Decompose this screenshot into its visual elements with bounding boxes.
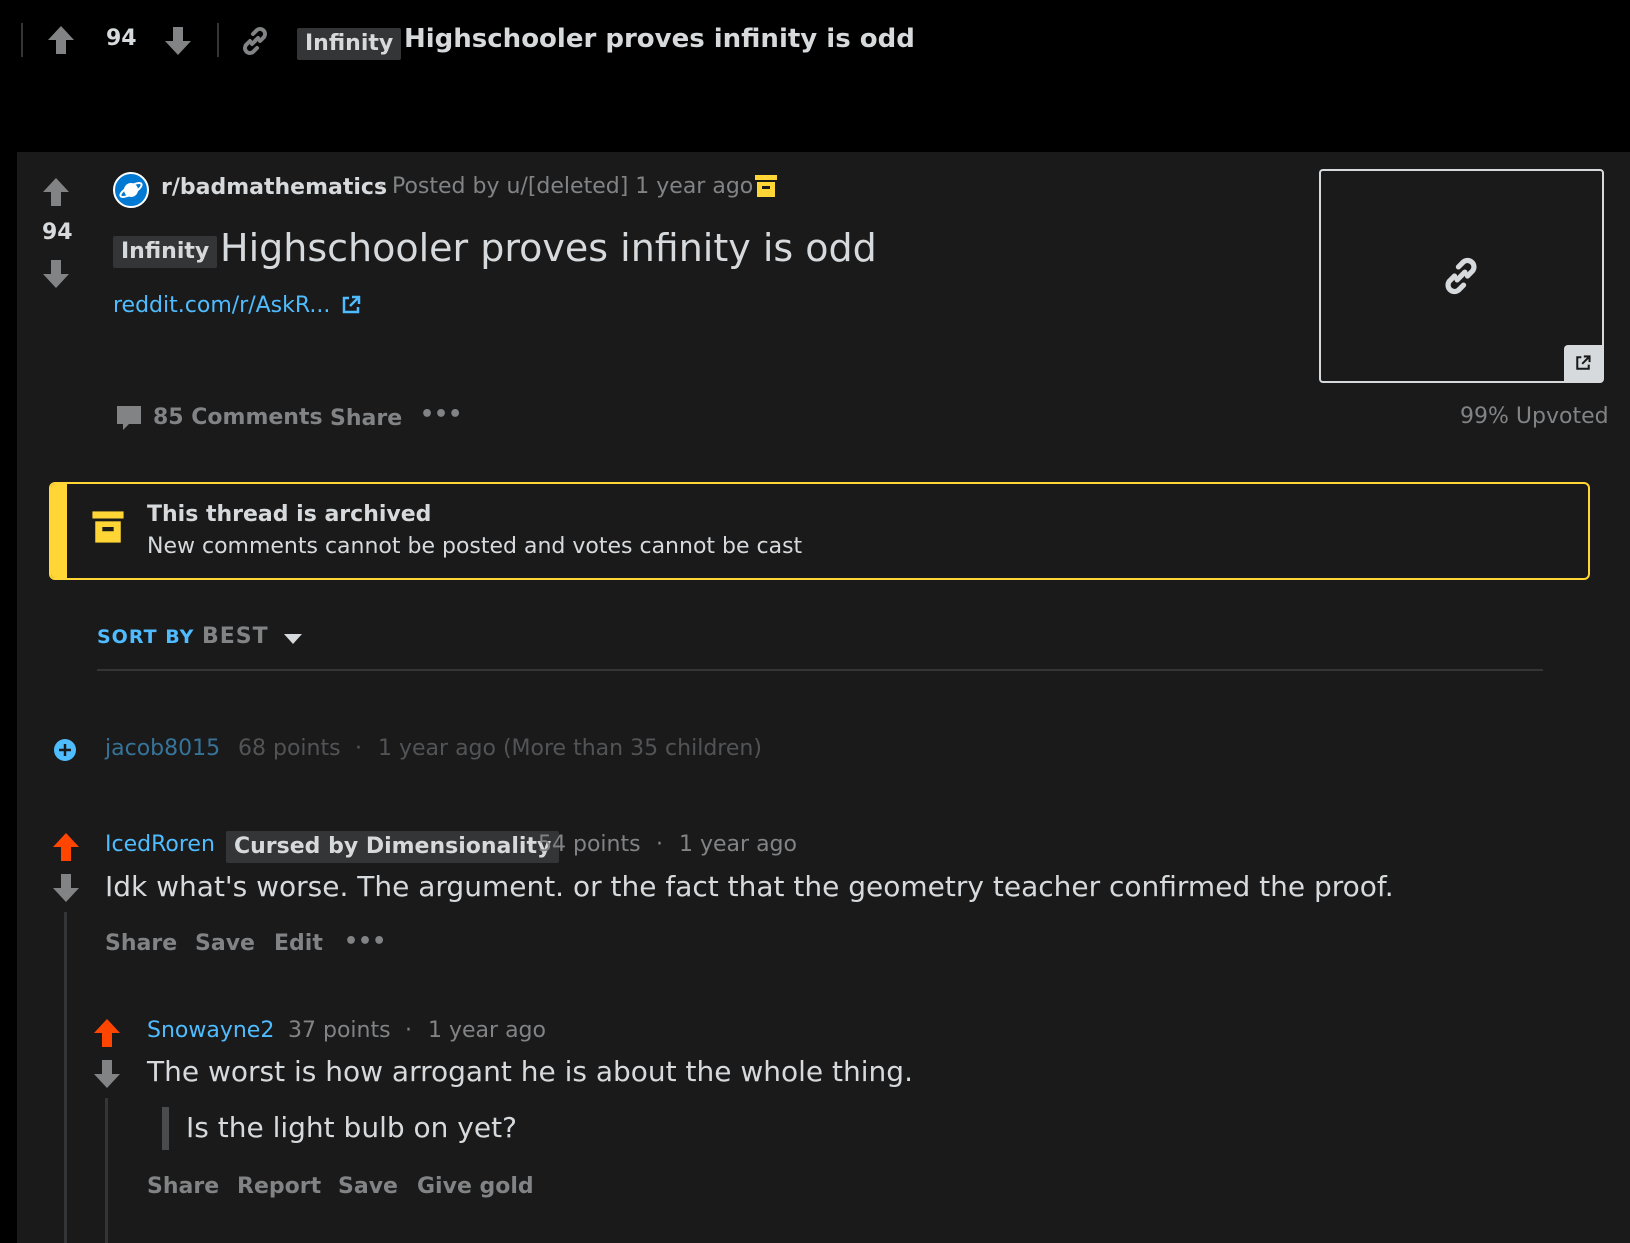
comment-time: 1 year ago (More than 35 children)	[378, 736, 762, 761]
blockquote-bar	[162, 1107, 169, 1150]
comment-author[interactable]: Snowayne2	[147, 1018, 274, 1043]
expand-comment-icon[interactable]	[53, 738, 77, 762]
upvote-ratio: 99% Upvoted	[1460, 404, 1609, 429]
archive-icon	[92, 511, 124, 543]
edit-button[interactable]: Edit	[274, 931, 323, 956]
subreddit-link[interactable]: r/badmathematics	[161, 175, 387, 200]
divider	[21, 23, 23, 57]
downvote-arrow-icon[interactable]	[52, 873, 80, 903]
sticky-post-bar: 94 Infinity Highschooler proves infinity…	[0, 0, 1630, 85]
post-score: 94	[42, 220, 73, 245]
sort-label: SORT BY	[97, 626, 195, 648]
upvote-arrow-icon[interactable]	[52, 832, 80, 862]
save-button[interactable]: Save	[338, 1174, 398, 1199]
planet-icon	[119, 182, 143, 198]
post-score: 94	[106, 26, 137, 51]
post-flair[interactable]: Infinity	[297, 28, 402, 60]
post-flair[interactable]: Infinity	[113, 236, 218, 268]
meta-separator: ·	[355, 736, 362, 761]
comment-body: Idk what's worse. The argument. or the f…	[105, 870, 1394, 903]
share-button[interactable]: Share	[147, 1174, 219, 1199]
meta-separator: ·	[656, 832, 663, 857]
archive-title: This thread is archived	[147, 502, 432, 527]
share-button[interactable]: Share	[330, 406, 402, 431]
post-meta: · Posted by u/[deleted] 1 year ago	[378, 174, 754, 199]
blockquote-text: Is the light bulb on yet?	[186, 1111, 517, 1144]
thread-line[interactable]	[105, 1098, 108, 1243]
banner-stripe	[51, 484, 67, 578]
downvote-arrow-icon[interactable]	[93, 1059, 121, 1089]
open-external-button[interactable]	[1564, 345, 1602, 381]
divider	[97, 669, 1543, 671]
sort-dropdown[interactable]: BEST	[202, 624, 269, 649]
more-options-button[interactable]: •••	[344, 929, 386, 954]
downvote-arrow-icon[interactable]	[164, 26, 192, 56]
comment-points: 37 points	[288, 1018, 391, 1043]
external-link[interactable]: reddit.com/r/AskR...	[113, 293, 330, 318]
upvote-arrow-icon[interactable]	[42, 177, 70, 207]
link-thumbnail[interactable]	[1319, 169, 1604, 383]
link-icon	[1445, 257, 1477, 295]
comment-bubble-icon	[117, 406, 141, 430]
comment-time: 1 year ago	[679, 832, 797, 857]
comment-body: The worst is how arrogant he is about th…	[147, 1055, 913, 1088]
comment-points: 54 points	[538, 832, 641, 857]
more-options-button[interactable]: •••	[420, 402, 462, 427]
archived-banner	[49, 482, 1590, 580]
archive-subtitle: New comments cannot be posted and votes …	[147, 534, 803, 559]
caret-down-icon[interactable]	[283, 633, 303, 645]
comment-author[interactable]: IcedRoren	[105, 832, 215, 857]
post-title[interactable]: Highschooler proves infinity is odd	[220, 226, 877, 270]
post-title[interactable]: Highschooler proves infinity is odd	[404, 24, 915, 54]
comments-button[interactable]: 85 Comments	[153, 405, 323, 430]
report-button[interactable]: Report	[237, 1174, 321, 1199]
comment-points: 68 points	[238, 736, 341, 761]
divider	[217, 23, 219, 57]
save-button[interactable]: Save	[195, 931, 255, 956]
share-button[interactable]: Share	[105, 931, 177, 956]
link-icon	[243, 27, 267, 55]
give-gold-button[interactable]: Give gold	[417, 1174, 534, 1199]
external-link-icon[interactable]	[340, 294, 362, 316]
user-flair: Cursed by Dimensionality	[226, 831, 560, 863]
comment-author[interactable]: jacob8015	[105, 736, 220, 761]
subreddit-icon[interactable]	[113, 172, 149, 208]
meta-separator: ·	[405, 1018, 412, 1043]
downvote-arrow-icon[interactable]	[42, 259, 70, 289]
archive-icon	[755, 175, 777, 197]
upvote-arrow-icon[interactable]	[93, 1018, 121, 1048]
external-link-icon	[1576, 355, 1591, 370]
upvote-arrow-icon[interactable]	[47, 25, 75, 55]
thread-line[interactable]	[64, 912, 67, 1243]
comment-time: 1 year ago	[428, 1018, 546, 1043]
